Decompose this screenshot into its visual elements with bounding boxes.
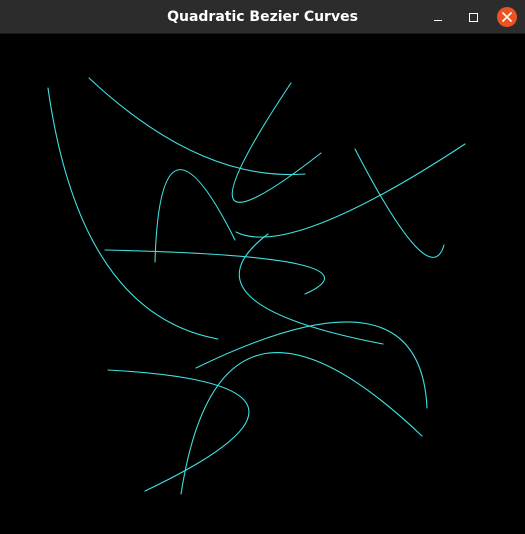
drawing-canvas [0,34,525,534]
minimize-button[interactable] [428,7,448,27]
bezier-curve [47,87,219,340]
minimize-icon [434,19,442,21]
close-icon [502,12,512,22]
bezier-curve [104,249,326,295]
bezier-curve [354,148,445,258]
bezier-curve [107,369,250,492]
bezier-curve [231,82,322,203]
app-window: Quadratic Bezier Curves [0,0,525,534]
bezier-curve [154,169,236,263]
close-button[interactable] [497,7,517,27]
bezier-curve [88,77,306,176]
bezier-curve [195,321,428,409]
maximize-button[interactable] [463,7,483,27]
bezier-curve [235,143,466,238]
maximize-icon [468,12,478,22]
bezier-curves-svg [47,77,466,495]
title-bar[interactable]: Quadratic Bezier Curves [0,0,525,34]
bezier-curve [238,233,384,345]
bezier-curve [180,352,423,495]
